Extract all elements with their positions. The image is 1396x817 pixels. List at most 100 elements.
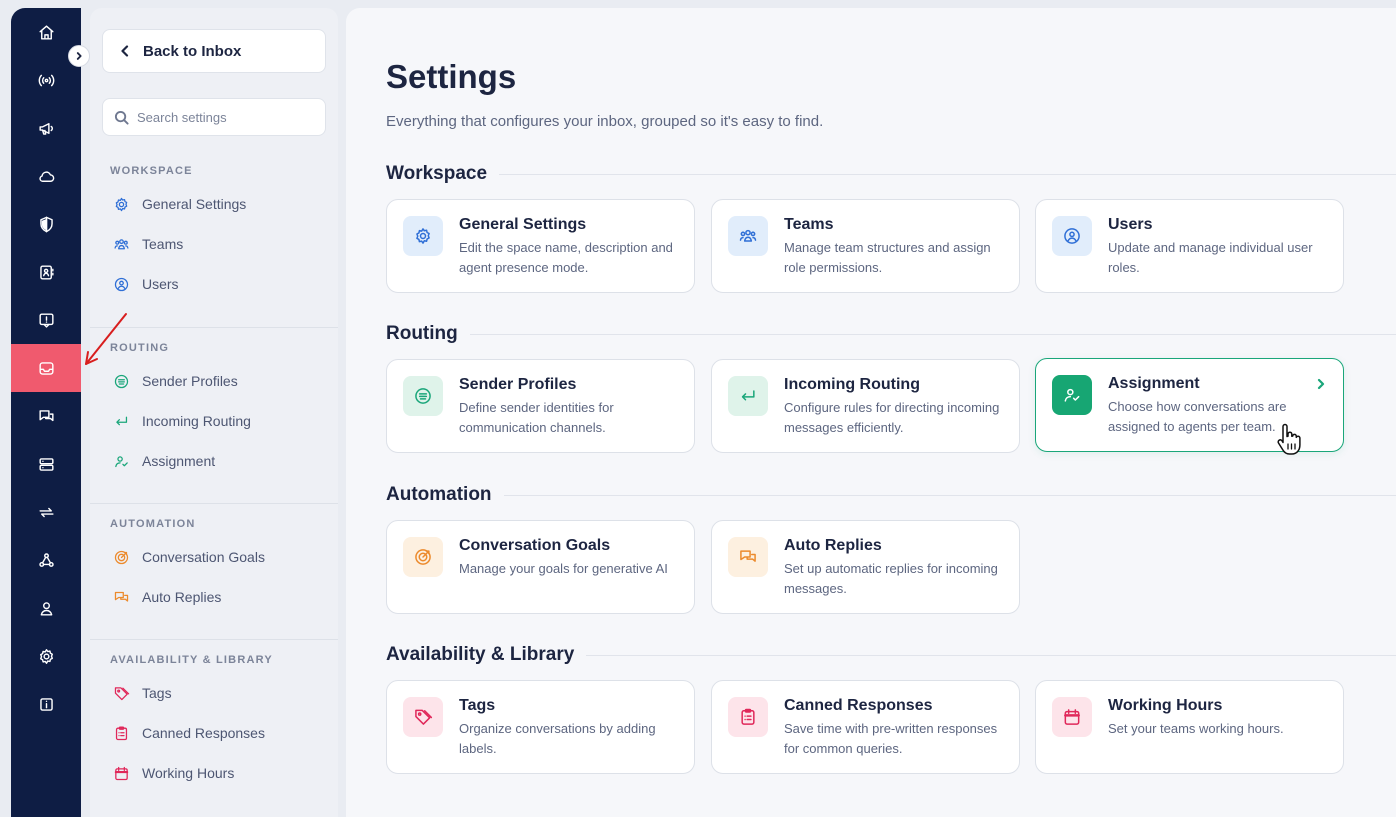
sidebar-item-users[interactable]: Users	[112, 272, 179, 296]
card-title: Conversation Goals	[459, 537, 611, 554]
rail-chat[interactable]	[11, 392, 81, 440]
back-to-inbox-label: Back to Inbox	[143, 42, 242, 60]
rail-webhook[interactable]	[11, 536, 81, 584]
rail-server[interactable]	[11, 440, 81, 488]
card-description: Set your teams working hours.	[1108, 721, 1284, 736]
sidebar-item-label: Working Hours	[142, 765, 235, 781]
card-conversation-goals[interactable]: Conversation Goals Manage your goals for…	[386, 520, 695, 614]
rail-campaigns[interactable]	[11, 104, 81, 152]
sidebar-item-label: General Settings	[142, 196, 247, 212]
feedback-icon	[38, 312, 54, 328]
enter-arrow-icon	[112, 412, 130, 430]
rail-profile[interactable]	[11, 584, 81, 632]
card-general-settings[interactable]: General Settings Edit the space name, de…	[386, 199, 695, 293]
group-title-text: Automation	[386, 484, 492, 505]
card-incoming-routing[interactable]: Incoming Routing Configure rules for dir…	[711, 359, 1020, 453]
sidebar-item-label: Conversation Goals	[142, 549, 265, 565]
card-canned-responses[interactable]: Canned Responses Save time with pre-writ…	[711, 680, 1020, 774]
sidebar-item-label: Incoming Routing	[142, 413, 251, 429]
card-title: Auto Replies	[784, 537, 882, 554]
rail-feedback[interactable]	[11, 296, 81, 344]
group-title-text: Availability & Library	[386, 644, 575, 665]
user-icon	[40, 601, 52, 616]
divider	[586, 654, 1396, 656]
sidebar-heading: AUTOMATION	[110, 518, 196, 530]
sidebar-heading: WORKSPACE	[110, 165, 193, 177]
gear-icon	[112, 195, 130, 213]
calendar-icon	[112, 764, 130, 782]
sidebar-item-sender-profiles[interactable]: Sender Profiles	[112, 369, 238, 393]
hand-cursor-icon	[1277, 423, 1301, 455]
rail-security[interactable]	[11, 200, 81, 248]
divider	[503, 494, 1396, 496]
card-auto-replies[interactable]: Auto Replies Set up automatic replies fo…	[711, 520, 1020, 614]
group-title-automation: Automation	[386, 484, 1396, 506]
card-teams[interactable]: Teams Manage team structures and assign …	[711, 199, 1020, 293]
sidebar-item-teams[interactable]: Teams	[112, 232, 183, 256]
sidebar-item-label: Tags	[142, 685, 172, 701]
group-title-text: Workspace	[386, 163, 488, 184]
group-title-workspace: Workspace	[386, 163, 1396, 185]
target-icon	[112, 548, 130, 566]
card-users[interactable]: Users Update and manage individual user …	[1035, 199, 1344, 293]
sidebar-section-workspace: WORKSPACE General Settings Teams Users	[90, 148, 338, 328]
page-subtitle: Everything that configures your inbox, g…	[386, 113, 824, 130]
server-icon	[38, 457, 54, 471]
webhook-icon	[38, 552, 54, 567]
user-circle-icon	[1052, 216, 1092, 256]
search-icon	[114, 110, 129, 125]
team-icon	[728, 216, 768, 256]
expand-rail-button[interactable]	[68, 45, 90, 67]
rail-settings[interactable]	[11, 632, 81, 680]
sidebar-item-assignment[interactable]: Assignment	[112, 449, 215, 473]
info-icon	[39, 697, 53, 711]
card-title: General Settings	[459, 216, 587, 233]
chat-bubbles-icon	[112, 588, 130, 606]
annotation-arrow-icon	[85, 313, 127, 365]
rail-info[interactable]	[11, 680, 81, 728]
card-description: Set up automatic replies for incoming me…	[784, 561, 998, 596]
card-title: Working Hours	[1108, 697, 1223, 714]
card-tags[interactable]: Tags Organize conversations by adding la…	[386, 680, 695, 774]
sidebar-item-tags[interactable]: Tags	[112, 681, 172, 705]
divider	[469, 333, 1396, 335]
sidebar-item-conversation-goals[interactable]: Conversation Goals	[112, 545, 265, 569]
card-description: Manage your goals for generative AI	[459, 561, 668, 576]
clipboard-icon	[112, 724, 130, 742]
gear-icon	[403, 216, 443, 256]
chat-bubbles-icon	[728, 537, 768, 577]
user-check-icon	[1052, 375, 1092, 415]
card-description: Define sender identities for communicati…	[459, 400, 614, 435]
gear-icon	[39, 648, 53, 664]
user-circle-icon	[112, 275, 130, 293]
card-description: Edit the space name, description and age…	[459, 240, 673, 275]
icon-rail	[11, 8, 81, 817]
sidebar-item-incoming-routing[interactable]: Incoming Routing	[112, 409, 251, 433]
inbox-icon	[38, 361, 54, 375]
chevron-right-icon	[76, 52, 82, 60]
sidebar-item-label: Users	[142, 276, 179, 292]
card-description: Manage team structures and assign role p…	[784, 240, 991, 275]
back-to-inbox-button[interactable]: Back to Inbox	[102, 29, 326, 73]
chevron-right-icon	[1315, 377, 1327, 390]
group-title-text: Routing	[386, 323, 458, 344]
card-working-hours[interactable]: Working Hours Set your teams working hou…	[1035, 680, 1344, 774]
sidebar-item-auto-replies[interactable]: Auto Replies	[112, 585, 221, 609]
card-title: Tags	[459, 697, 496, 714]
rail-contacts[interactable]	[11, 248, 81, 296]
rail-cloud[interactable]	[11, 152, 81, 200]
sidebar-item-label: Canned Responses	[142, 725, 265, 741]
contacts-icon	[39, 264, 54, 280]
card-sender-profiles[interactable]: Sender Profiles Define sender identities…	[386, 359, 695, 453]
rail-inbox[interactable]	[11, 344, 81, 392]
broadcast-icon	[38, 74, 54, 86]
page-title: Settings	[386, 58, 517, 95]
sidebar-item-working-hours[interactable]: Working Hours	[112, 761, 234, 785]
rail-sync[interactable]	[11, 488, 81, 536]
sidebar-section-automation: AUTOMATION Conversation Goals Auto Repli…	[90, 503, 338, 639]
search-input[interactable]	[137, 109, 317, 125]
sidebar-item-canned-responses[interactable]: Canned Responses	[112, 721, 265, 745]
sidebar-item-general-settings[interactable]: General Settings	[112, 192, 246, 216]
clipboard-icon	[728, 697, 768, 737]
tag-icon	[403, 697, 443, 737]
